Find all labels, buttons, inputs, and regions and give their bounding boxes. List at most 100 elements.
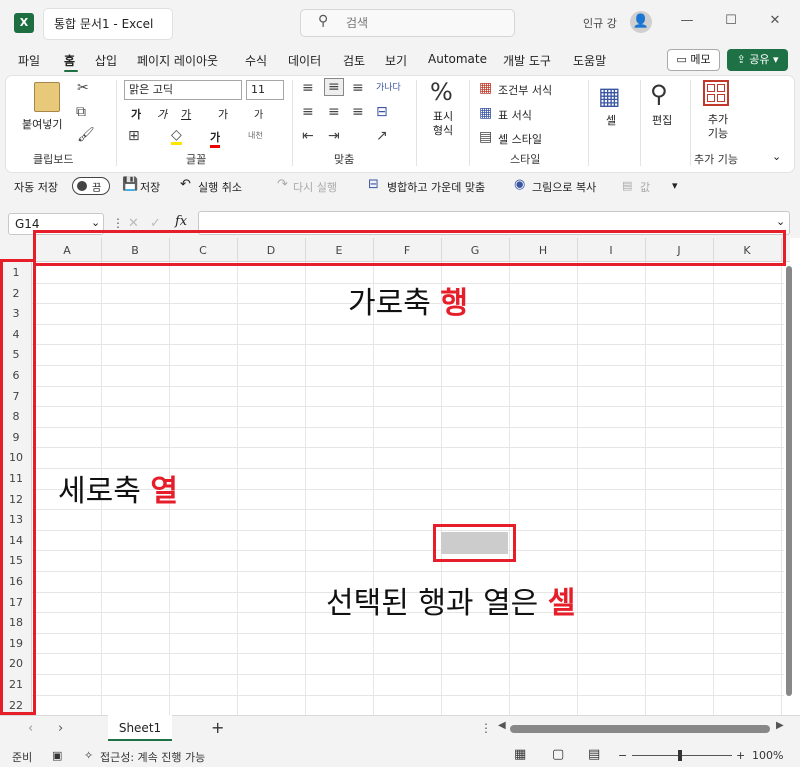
font-color-button[interactable]: 가: [210, 129, 221, 148]
normal-view-icon[interactable]: ▦: [514, 747, 526, 762]
ribbon-collapse-icon[interactable]: ⌄: [772, 150, 781, 163]
format-painter-icon[interactable]: 🖌: [77, 127, 95, 143]
grow-font-button[interactable]: 가: [218, 106, 228, 122]
fill-color-icon[interactable]: ◇: [171, 128, 182, 145]
name-box-dropdown-icon[interactable]: ⌄: [91, 216, 100, 229]
minimize-icon[interactable]: —: [676, 10, 698, 32]
avatar[interactable]: 👤: [630, 11, 652, 33]
phonetic-button[interactable]: 내천: [248, 130, 263, 141]
formula-expand-icon[interactable]: ⌄: [776, 215, 785, 228]
cell-styles-icon[interactable]: ▤: [479, 129, 492, 145]
user-name[interactable]: 인규 강: [583, 15, 617, 31]
paste-icon[interactable]: [34, 82, 60, 112]
orientation-icon[interactable]: ↗: [376, 128, 388, 144]
redo-button[interactable]: 다시 실행: [293, 179, 337, 195]
copy-icon[interactable]: ⧉: [76, 104, 86, 120]
copy-picture-icon[interactable]: ◉: [514, 177, 525, 192]
horizontal-scrollbar[interactable]: [510, 725, 770, 733]
page-layout-view-icon[interactable]: ▢: [552, 747, 564, 762]
wrap-text-button[interactable]: 가나다: [376, 80, 401, 93]
cancel-button[interactable]: ✕: [128, 216, 139, 231]
accessibility-icon[interactable]: ✧: [84, 749, 93, 762]
add-sheet-button[interactable]: +: [211, 718, 224, 737]
menu-data[interactable]: 데이터: [288, 52, 321, 69]
page-break-view-icon[interactable]: ▤: [588, 747, 600, 762]
align-right-icon[interactable]: ≡: [352, 104, 364, 120]
font-name-select[interactable]: 맑은 고딕: [124, 80, 242, 100]
share-button[interactable]: ⇪ 공유 ▾: [727, 49, 788, 71]
scroll-right-icon[interactable]: ▶: [776, 720, 784, 731]
zoom-level[interactable]: 100%: [752, 749, 783, 762]
menu-home[interactable]: 홈: [64, 52, 75, 69]
merge-center-button[interactable]: 병합하고 가운데 맞춤: [387, 179, 485, 195]
menu-insert[interactable]: 삽입: [95, 52, 117, 69]
align-left-icon[interactable]: ≡: [302, 104, 314, 120]
next-sheet-icon[interactable]: ›: [58, 721, 63, 736]
zoom-slider-handle[interactable]: [678, 750, 682, 761]
vertical-scrollbar[interactable]: [786, 266, 792, 696]
menu-review[interactable]: 검토: [343, 52, 365, 69]
menu-developer[interactable]: 개발 도구: [503, 52, 551, 69]
increase-indent-icon[interactable]: ⇥: [328, 128, 340, 144]
underline-button[interactable]: 가: [181, 106, 191, 122]
save-button[interactable]: 저장: [140, 179, 160, 195]
align-center-icon[interactable]: ≡: [328, 104, 340, 120]
zoom-in-icon[interactable]: +: [736, 749, 745, 762]
more-icon[interactable]: ⋮: [112, 216, 124, 230]
cell-styles-button[interactable]: 셀 스타일: [498, 131, 542, 147]
italic-button[interactable]: 가: [157, 106, 167, 122]
menu-automate[interactable]: Automate: [428, 52, 487, 66]
redo-icon[interactable]: ↷: [277, 177, 288, 192]
cells-icon[interactable]: ▦: [598, 82, 621, 110]
accessibility-status[interactable]: 접근성: 계속 진행 가능: [100, 749, 205, 765]
copy-picture-button[interactable]: 그림으로 복사: [532, 179, 596, 195]
undo-button[interactable]: 실행 취소: [198, 179, 242, 195]
qat-more-icon[interactable]: ▾: [672, 179, 678, 192]
decrease-indent-icon[interactable]: ⇤: [302, 128, 314, 144]
search-input[interactable]: [300, 9, 515, 37]
shrink-font-button[interactable]: 가: [254, 106, 263, 121]
enter-button[interactable]: ✓: [150, 216, 161, 231]
paste-values-icon[interactable]: ▤: [622, 179, 632, 192]
menu-view[interactable]: 보기: [385, 52, 407, 69]
editing-icon[interactable]: ⚲: [650, 80, 668, 108]
undo-icon[interactable]: ↶: [180, 177, 191, 192]
menu-formulas[interactable]: 수식: [245, 52, 267, 69]
merge-icon[interactable]: ⊟: [368, 177, 379, 192]
bold-button[interactable]: 가: [131, 106, 141, 122]
addins-button[interactable]: 추가 기능: [705, 113, 731, 141]
close-icon[interactable]: ✕: [764, 10, 786, 32]
format-table-button[interactable]: 표 서식: [498, 107, 532, 123]
tab-split-icon[interactable]: ⋮: [480, 721, 492, 735]
number-format-label[interactable]: 표시 형식: [430, 110, 456, 138]
format-table-icon[interactable]: ▦: [479, 105, 492, 121]
menu-page-layout[interactable]: 페이지 레이아웃: [137, 52, 218, 69]
cells-button[interactable]: 셀: [606, 112, 616, 128]
zoom-out-icon[interactable]: −: [618, 749, 627, 762]
borders-icon[interactable]: ⊞: [128, 128, 140, 144]
insert-function-button[interactable]: fx: [175, 214, 187, 229]
number-format-icon[interactable]: %: [430, 78, 453, 106]
font-size-select[interactable]: 11: [246, 80, 284, 100]
sheet-tab-sheet1[interactable]: Sheet1: [108, 715, 172, 741]
window-title[interactable]: 통합 문서1 - Excel: [44, 9, 172, 39]
zoom-slider[interactable]: [632, 755, 732, 756]
prev-sheet-icon[interactable]: ‹: [28, 721, 33, 736]
paste-values-button[interactable]: 값: [640, 179, 650, 195]
menu-help[interactable]: 도움말: [573, 52, 606, 69]
merge-center-icon[interactable]: ⊟: [376, 104, 388, 120]
macro-record-icon[interactable]: ▣: [52, 749, 62, 762]
conditional-format-button[interactable]: 조건부 서식: [498, 82, 552, 98]
align-middle-icon[interactable]: ≡: [324, 78, 344, 96]
maximize-icon[interactable]: ☐: [720, 10, 742, 32]
conditional-format-icon[interactable]: ▦: [479, 80, 492, 96]
memo-button[interactable]: ▭ 메모: [667, 49, 720, 71]
align-bottom-icon[interactable]: ≡: [352, 80, 364, 96]
addins-icon[interactable]: [703, 80, 729, 106]
menu-file[interactable]: 파일: [18, 52, 40, 69]
save-icon[interactable]: 💾: [122, 177, 138, 192]
paste-label[interactable]: 붙여넣기: [22, 116, 62, 132]
scroll-left-icon[interactable]: ◀: [498, 720, 506, 731]
cut-icon[interactable]: ✂: [77, 80, 89, 96]
editing-button[interactable]: 편집: [652, 112, 672, 128]
